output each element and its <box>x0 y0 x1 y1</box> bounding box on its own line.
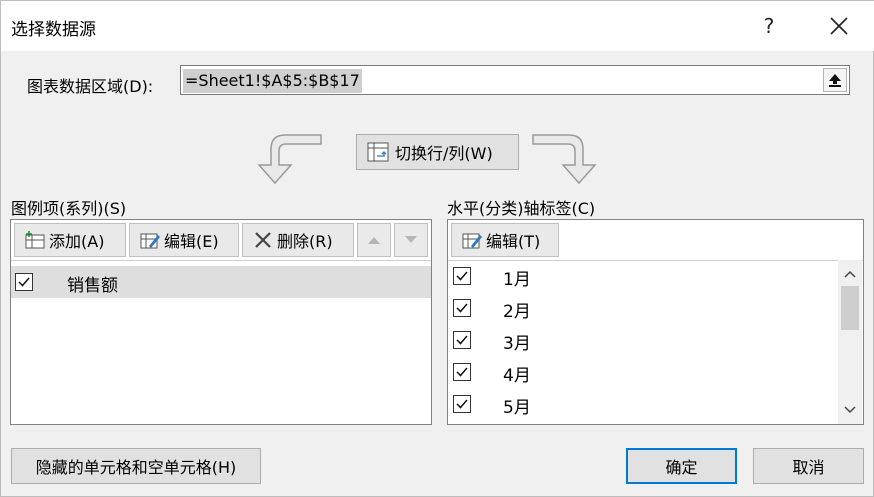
axis-toolbar: 编辑(T) <box>448 220 863 261</box>
chevron-down-icon <box>844 406 856 414</box>
scroll-down-button[interactable] <box>838 399 862 421</box>
add-series-button[interactable]: 添加(A) <box>14 223 126 257</box>
axis-labels-scrollbar[interactable] <box>838 260 862 424</box>
legend-toolbar: 添加(A) 编辑(E) 删除(R) <box>11 220 431 261</box>
list-item[interactable]: 4月 <box>448 356 838 388</box>
collapse-arrow-icon <box>829 74 841 87</box>
axis-labels-panel: 编辑(T) 1月 2月 3月 4月 5月 <box>447 219 864 425</box>
checkmark-icon <box>456 335 468 345</box>
chart-data-range-label: 图表数据区域(D): <box>27 77 154 96</box>
edit-icon <box>140 230 160 250</box>
category-label: 1月 <box>503 270 531 290</box>
switch-row-column-button[interactable]: 切换行/列(W) <box>356 134 519 170</box>
add-series-label: 添加(A) <box>49 232 105 251</box>
scroll-up-button[interactable] <box>838 263 862 285</box>
switch-row-column-icon <box>367 142 389 162</box>
cancel-button[interactable]: 取消 <box>753 448 864 484</box>
close-icon <box>830 17 848 35</box>
legend-entries-label: 图例项(系列)(S) <box>11 199 127 218</box>
chevron-up-icon <box>844 270 856 278</box>
title-bar: 选择数据源 ? <box>1 1 874 51</box>
move-up-button[interactable] <box>357 223 391 257</box>
switch-row-column-label: 切换行/列(W) <box>395 144 493 163</box>
list-item[interactable]: 1月 <box>448 260 838 292</box>
help-button[interactable]: ? <box>749 9 789 43</box>
edit-axis-labels-label: 编辑(T) <box>486 232 541 251</box>
checkmark-icon <box>18 277 30 287</box>
category-checkbox[interactable] <box>453 299 471 317</box>
series-checkbox[interactable] <box>15 273 33 291</box>
list-item[interactable]: 3月 <box>448 324 838 356</box>
hidden-empty-cells-button[interactable]: 隐藏的单元格和空单元格(H) <box>11 448 261 484</box>
scrollbar-thumb[interactable] <box>841 286 859 330</box>
category-checkbox[interactable] <box>453 395 471 413</box>
category-label: 2月 <box>503 302 531 322</box>
category-checkbox[interactable] <box>453 331 471 349</box>
triangle-down-icon <box>405 236 417 243</box>
chart-data-range-input[interactable]: =Sheet1!$A$5:$B$17 <box>180 65 850 95</box>
axis-labels-label: 水平(分类)轴标签(C) <box>447 199 596 218</box>
triangle-up-icon <box>368 237 380 244</box>
delete-icon <box>253 230 273 250</box>
edit-axis-labels-button[interactable]: 编辑(T) <box>451 223 559 257</box>
switch-right-arrow-icon <box>532 134 597 185</box>
switch-left-arrow-icon <box>257 134 322 185</box>
ok-button[interactable]: 确定 <box>626 448 737 484</box>
series-name: 销售额 <box>67 276 118 296</box>
checkmark-icon <box>456 303 468 313</box>
collapse-dialog-button[interactable] <box>823 68 847 92</box>
category-label: 4月 <box>503 366 531 386</box>
move-down-button[interactable] <box>394 223 428 257</box>
close-button[interactable] <box>819 9 859 43</box>
category-checkbox[interactable] <box>453 267 471 285</box>
edit-series-button[interactable]: 编辑(E) <box>129 223 239 257</box>
list-item[interactable]: 销售额 <box>11 266 431 298</box>
delete-series-button[interactable]: 删除(R) <box>242 223 354 257</box>
category-checkbox[interactable] <box>453 363 471 381</box>
delete-series-label: 删除(R) <box>277 232 333 251</box>
category-label: 3月 <box>503 334 531 354</box>
list-item[interactable]: 2月 <box>448 292 838 324</box>
legend-entries-panel: 添加(A) 编辑(E) 删除(R) 销售额 <box>10 219 432 425</box>
checkmark-icon <box>456 367 468 377</box>
chart-data-range-value[interactable]: =Sheet1!$A$5:$B$17 <box>183 69 362 93</box>
list-item[interactable]: 5月 <box>448 388 838 420</box>
dialog-title: 选择数据源 <box>11 20 96 40</box>
category-label: 5月 <box>503 398 531 418</box>
edit-series-label: 编辑(E) <box>164 232 219 251</box>
checkmark-icon <box>456 399 468 409</box>
add-icon <box>25 230 45 250</box>
edit-icon <box>462 230 482 250</box>
select-data-source-dialog: 选择数据源 ? 图表数据区域(D): =Sheet1!$A$5:$B$17 切换… <box>0 0 874 497</box>
checkmark-icon <box>456 271 468 281</box>
